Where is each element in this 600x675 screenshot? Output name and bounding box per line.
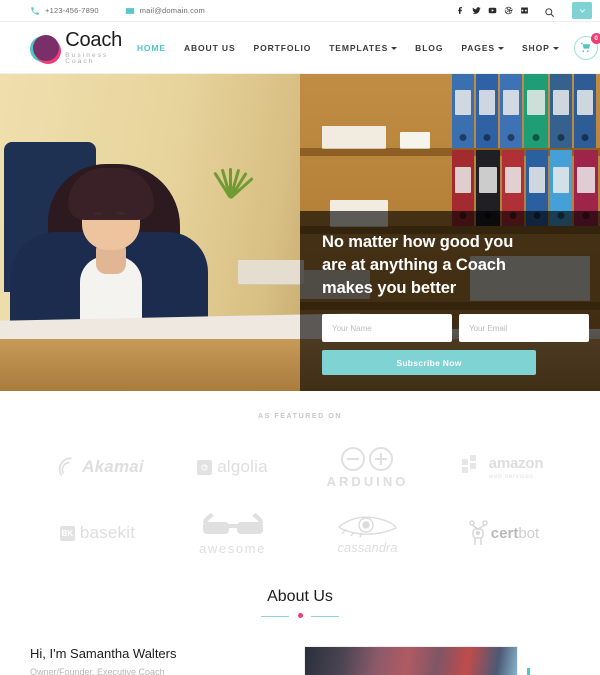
facebook-icon[interactable] [456, 6, 465, 15]
top-bar-right [456, 2, 594, 19]
email-text: mail@domain.com [139, 6, 205, 15]
chevron-down-icon [497, 46, 504, 50]
search-icon[interactable] [544, 5, 555, 17]
akamai-wave-icon [51, 454, 77, 480]
algolia-mark-icon [197, 459, 213, 475]
main-navigation: HOME ABOUT US PORTFOLIO TEMPLATES BLOG P… [128, 32, 600, 60]
hero-headline: No matter how good you are at anything a… [322, 233, 514, 297]
basekit-wordmark: basekit [79, 523, 136, 542]
basekit-logo[interactable]: BK basekit [30, 502, 165, 564]
about-section: About Us Hi, I'm Samantha Walters Owner/… [0, 564, 600, 675]
brand-logo[interactable]: Coach Business Coach [30, 30, 128, 66]
twitter-icon[interactable] [472, 6, 481, 15]
eye-icon [336, 511, 400, 539]
arduino-wordmark: ARDUINO [326, 474, 409, 489]
brand-tagline: Business Coach [65, 51, 109, 65]
about-section-title: About Us [267, 588, 333, 605]
about-greeting: Hi, I'm Samantha Walters [30, 646, 177, 661]
featured-label: AS FEATURED ON [257, 413, 343, 420]
divider-dot [297, 613, 303, 618]
about-role: Owner/Founder, Executive Coach [30, 667, 165, 675]
hero-section: No matter how good you are at anything a… [0, 74, 600, 391]
name-input[interactable] [322, 314, 452, 342]
certbot-wordmark-strong: cert [490, 524, 519, 542]
subscribe-form: Subscribe Now [322, 314, 589, 375]
about-body: Hi, I'm Samantha Walters Owner/Founder, … [30, 646, 570, 675]
dribbble-icon[interactable] [504, 6, 513, 15]
algolia-wordmark: algolia [217, 457, 268, 476]
about-header: About Us [30, 588, 570, 620]
nav-item-pages[interactable]: PAGES [452, 43, 513, 53]
brand-name: Coach [65, 28, 123, 51]
section-divider [261, 612, 339, 620]
arduino-logo[interactable]: ARDUINO [300, 436, 435, 498]
envelope-icon [125, 6, 135, 16]
algolia-logo[interactable]: algolia [165, 436, 300, 498]
chevron-down-icon [552, 46, 559, 50]
hero-content: No matter how good you are at anything a… [322, 231, 589, 375]
subscribe-now-button[interactable]: Subscribe Now [322, 350, 536, 375]
phone-icon [30, 6, 40, 16]
flickr-icon[interactable] [520, 6, 529, 15]
arduino-infinity-icon [337, 445, 397, 473]
amazon-wordmark: amazon [488, 454, 544, 472]
aws-subtext: web services [488, 472, 534, 480]
youtube-icon[interactable] [488, 6, 497, 15]
chevron-down-icon [579, 9, 585, 13]
cart-button[interactable]: 0 [573, 32, 600, 60]
phone-text: +123-456-7890 [45, 6, 99, 15]
nav-item-blog[interactable]: BLOG [406, 43, 452, 53]
awesome-logo[interactable]: awesome [165, 502, 300, 564]
featured-section: AS FEATURED ON Akamai algolia ARDUINO am… [0, 391, 600, 564]
coach-logo-circle-icon [30, 32, 61, 64]
nav-label: SHOP [521, 42, 550, 53]
nav-item-portfolio[interactable]: PORTFOLIO [245, 43, 321, 53]
akamai-wordmark: Akamai [82, 457, 144, 476]
language-dropdown-toggle[interactable] [572, 2, 592, 19]
robot-icon [466, 519, 490, 547]
nav-item-shop[interactable]: SHOP [513, 43, 568, 53]
contact-email[interactable]: mail@domain.com [125, 6, 205, 16]
sunglasses-icon [201, 510, 265, 540]
about-image-frame-accent [500, 668, 530, 675]
featured-logo-grid: Akamai algolia ARDUINO amazon web servic… [30, 436, 570, 564]
basekit-mark-icon: BK [59, 525, 75, 541]
certbot-wordmark-light: bot [518, 524, 540, 542]
nav-label: BLOG [415, 42, 444, 53]
site-header: Coach Business Coach HOME ABOUT US PORTF… [0, 22, 600, 74]
awesome-wordmark: awesome [199, 541, 266, 556]
nav-label: PAGES [461, 42, 495, 53]
cart-count-badge: 0 [590, 32, 600, 44]
nav-label: ABOUT US [183, 42, 236, 53]
certbot-logo[interactable]: certbot [435, 502, 570, 564]
email-input[interactable] [459, 314, 589, 342]
nav-item-about-us[interactable]: ABOUT US [175, 43, 245, 53]
cassandra-wordmark: cassandra [337, 540, 398, 555]
webpage-root: +123-456-7890 mail@domain.com Coach Busi… [0, 0, 600, 675]
nav-item-templates[interactable]: TEMPLATES [320, 43, 406, 53]
top-utility-bar: +123-456-7890 mail@domain.com [0, 0, 600, 22]
nav-item-home[interactable]: HOME [128, 43, 175, 53]
amazon-web-services-logo[interactable]: amazon web services [435, 436, 570, 498]
nav-label: PORTFOLIO [253, 42, 312, 53]
chevron-down-icon [391, 46, 398, 50]
about-image [304, 646, 518, 675]
nav-label: TEMPLATES [329, 42, 389, 53]
cassandra-logo[interactable]: cassandra [300, 502, 435, 564]
contact-phone[interactable]: +123-456-7890 [30, 6, 99, 16]
akamai-logo[interactable]: Akamai [30, 436, 165, 498]
nav-label: HOME [136, 42, 166, 53]
aws-blocks-icon [461, 455, 484, 479]
